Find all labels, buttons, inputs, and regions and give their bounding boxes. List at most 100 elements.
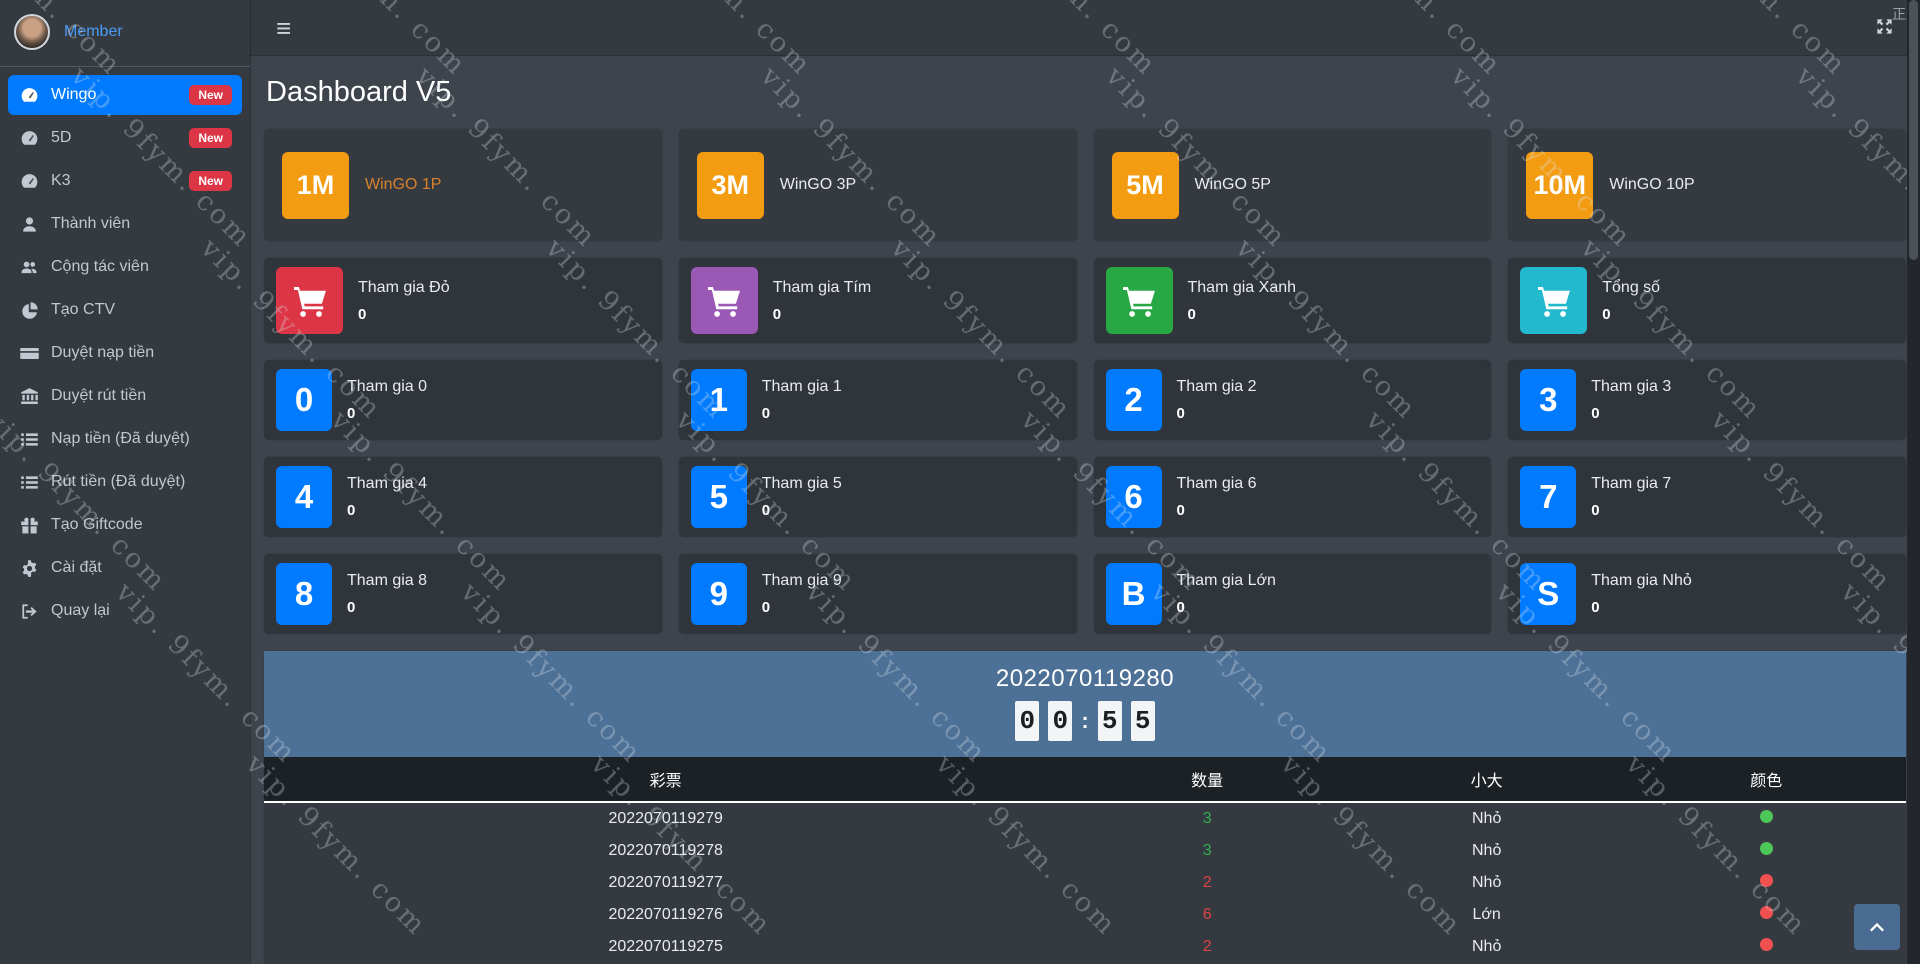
- number-card-value: 0: [1591, 502, 1600, 519]
- number-card-value: 0: [1591, 405, 1600, 422]
- wingo-tab-wingo-5p[interactable]: 5M WinGO 5P: [1093, 129, 1492, 241]
- cell-size: Nhỏ: [1471, 810, 1502, 827]
- cart-icon: [1520, 267, 1588, 334]
- sidebar-item-wingo[interactable]: Wingo New: [8, 75, 242, 115]
- number-card-value: 0: [761, 502, 771, 519]
- number-card-label: Tham gia 8: [347, 572, 428, 589]
- main-area: ≡ Dashboard V5 1M WinGO 1P 3M WinGO 3P 5…: [250, 0, 1920, 964]
- page-title: Dashboard V5: [266, 76, 452, 108]
- color-dot: [1759, 906, 1773, 919]
- avatar[interactable]: [14, 14, 50, 50]
- history-table-row: 2022070119276 6 Lớn: [264, 899, 1906, 931]
- wingo-abbr-box: 3M: [696, 151, 764, 219]
- wingo-abbr-box: 1M: [282, 151, 349, 219]
- number-card-value: 0: [761, 599, 771, 616]
- draw-panel: 2022070119280 00:55 彩票 数量 小大 颜色 20220701192…: [264, 651, 1906, 964]
- gauge-icon: [20, 129, 39, 148]
- wingo-tab-wingo-3p[interactable]: 3M WinGO 3P: [678, 129, 1077, 241]
- sidebar-item-duyet-nap-tien[interactable]: Duyệt nạp tiền: [8, 333, 242, 373]
- number-card-key: 9: [690, 563, 747, 625]
- number-card-s: S Tham gia Nhỏ 0: [1508, 554, 1906, 634]
- number-card-key: 8: [276, 563, 332, 625]
- wingo-abbr-box: 10M: [1526, 151, 1594, 219]
- user-name-link[interactable]: Member: [64, 23, 123, 41]
- page-scrollbar[interactable]: [1907, 0, 1920, 964]
- pie-icon: [20, 301, 39, 320]
- sidebar-item-k3[interactable]: K3 New: [8, 161, 242, 201]
- content: Dashboard V5 1M WinGO 1P 3M WinGO 3P 5M …: [250, 56, 1920, 964]
- list-icon: [20, 473, 39, 492]
- sidebar-item-duyet-rut-tien[interactable]: Duyệt rút tiền: [8, 376, 242, 416]
- countdown-digit: 5: [1130, 701, 1155, 741]
- sidebar-item-tao-ctv[interactable]: Tạo CTV: [8, 290, 242, 330]
- sidebar-item-label: 5D: [51, 129, 72, 146]
- sidebar-item-label: K3: [51, 172, 71, 189]
- cell-quantity: 2: [1202, 874, 1212, 891]
- cell-size: Lớn: [1472, 906, 1501, 923]
- wingo-abbr-box: 5M: [1111, 151, 1179, 219]
- wingo-tab-wingo-1p[interactable]: 1M WinGO 1P: [264, 129, 662, 241]
- number-card-b: B Tham gia Lớn 0: [1093, 554, 1492, 634]
- column-header: 小大: [1346, 757, 1627, 803]
- wingo-tab-wingo-10p[interactable]: 10M WinGO 10P: [1508, 129, 1906, 241]
- number-card-key: B: [1105, 563, 1162, 625]
- user-panel: Member: [0, 0, 250, 67]
- stat-card-label: Tham gia Tím: [772, 278, 872, 296]
- stat-card-tham-gia-xanh: Tham gia Xanh 0: [1093, 258, 1492, 343]
- sidebar: Member Wingo New 5D New K3 New Thành viê…: [0, 0, 250, 964]
- countdown-separator: :: [1081, 708, 1089, 733]
- sidebar-item-thanh-vien[interactable]: Thành viên: [8, 204, 242, 244]
- column-header: 数量: [1067, 757, 1347, 803]
- gear-icon: [20, 559, 39, 578]
- stat-cards-row: Tham gia Đỏ 0 Tham gia Tím 0 Tham gia Xa…: [264, 258, 1906, 343]
- scroll-to-top-button[interactable]: [1854, 904, 1900, 950]
- sidebar-item-label: Duyệt rút tiền: [51, 387, 147, 404]
- number-card-label: Tham gia 3: [1591, 378, 1672, 395]
- gauge-icon: [20, 172, 39, 191]
- number-card-label: Tham gia 2: [1176, 378, 1257, 395]
- number-cards-grid: 0 Tham gia 0 0 1 Tham gia 1 0 2 Tham gia…: [264, 360, 1906, 634]
- sidebar-item-label: Cài đặt: [51, 559, 102, 576]
- number-card-0: 0 Tham gia 0 0: [264, 360, 662, 440]
- cell-color: [1626, 802, 1906, 835]
- number-card-label: Tham gia 4: [347, 475, 428, 492]
- user-icon: [20, 215, 39, 234]
- number-card-9: 9 Tham gia 9 0: [678, 554, 1077, 634]
- sidebar-item-cai-dat[interactable]: Cài đặt: [8, 548, 242, 588]
- sidebar-item-label: Rút tiền (Đã duyệt): [51, 473, 186, 490]
- number-card-4: 4 Tham gia 4 0: [264, 457, 662, 537]
- stat-card-tham-gia-do: Tham gia Đỏ 0: [264, 258, 662, 343]
- sidebar-toggle-button[interactable]: ≡: [276, 15, 291, 41]
- number-card-value: 0: [1176, 405, 1185, 422]
- credit-card-icon: [20, 344, 39, 363]
- stat-card-tong-so: Tổng số 0: [1508, 258, 1906, 343]
- logout-icon: [20, 602, 39, 621]
- number-card-value: 0: [347, 599, 356, 616]
- sidebar-item-5d[interactable]: 5D New: [8, 118, 242, 158]
- sidebar-nav: Wingo New 5D New K3 New Thành viên Cộng …: [0, 67, 250, 642]
- sidebar-item-quay-lai[interactable]: Quay lại: [8, 591, 242, 631]
- number-card-1: 1 Tham gia 1 0: [678, 360, 1077, 440]
- cell-size: Nhỏ: [1471, 938, 1502, 955]
- sidebar-item-tao-giftcode[interactable]: Tạo Giftcode: [8, 505, 242, 545]
- gauge-icon: [20, 86, 39, 105]
- countdown-timer: 00:55: [264, 701, 1906, 741]
- number-card-label: Tham gia 5: [761, 475, 842, 492]
- number-card-label: Tham gia 0: [347, 378, 428, 395]
- number-card-5: 5 Tham gia 5 0: [678, 457, 1077, 537]
- number-card-label: Tham gia 6: [1176, 475, 1257, 492]
- sidebar-item-label: Duyệt nạp tiền: [51, 344, 155, 361]
- scrollbar-thumb[interactable]: [1909, 0, 1918, 260]
- number-card-key: 7: [1520, 466, 1577, 528]
- number-card-key: 0: [276, 369, 332, 431]
- cell-period: 2022070119278: [608, 842, 723, 859]
- sidebar-item-label: Tạo CTV: [51, 301, 116, 318]
- sidebar-item-rut-tien-da-duyet[interactable]: Rút tiền (Đã duyệt): [8, 462, 242, 502]
- sidebar-item-label: Quay lại: [51, 602, 110, 619]
- cart-icon: [1105, 267, 1173, 334]
- sidebar-item-cong-tac-vien[interactable]: Cộng tác viên: [8, 247, 242, 287]
- sidebar-item-nap-tien-da-duyet[interactable]: Nạp tiền (Đã duyệt): [8, 419, 242, 459]
- number-card-key: S: [1520, 563, 1577, 625]
- cell-quantity: 3: [1202, 810, 1212, 827]
- stat-card-tham-gia-tim: Tham gia Tím 0: [678, 258, 1077, 343]
